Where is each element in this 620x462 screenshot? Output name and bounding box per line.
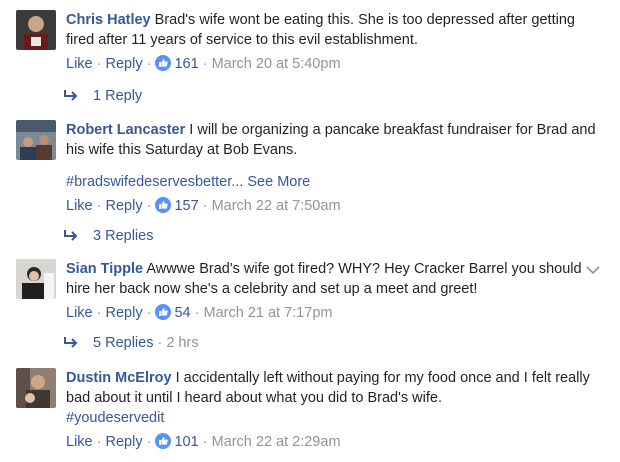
comment-text: Awwwe Brad's wife got fired? WHY? Hey Cr… — [66, 261, 582, 297]
thumbs-up-icon — [155, 197, 172, 213]
hashtag-line: #bradswifedeservesbetter... See More — [66, 172, 600, 192]
reply-button[interactable]: Reply — [106, 305, 143, 321]
avatar[interactable] — [16, 368, 56, 408]
comment-actions: Like · Reply · 157 · March 22 at 7:50am — [66, 197, 341, 214]
reaction-count[interactable]: 161 — [174, 56, 198, 72]
reaction-count[interactable]: 157 — [174, 198, 198, 214]
avatar[interactable] — [16, 259, 56, 299]
see-more-link[interactable]: See More — [247, 174, 310, 190]
replies-count[interactable]: 5 Replies — [93, 335, 153, 351]
reply-button[interactable]: Reply — [106, 56, 143, 72]
reaction-count[interactable]: 101 — [174, 434, 198, 450]
like-button[interactable]: Like — [66, 198, 93, 214]
comment-actions: Like · Reply · 101 · March 22 at 2:29am — [66, 433, 341, 450]
view-replies-link[interactable]: 3 Replies — [63, 226, 153, 246]
comment-actions: Like · Reply · 161 · March 20 at 5:40pm — [66, 55, 341, 72]
comment-time[interactable]: March 22 at 7:50am — [212, 198, 341, 214]
reply-arrow-icon — [64, 90, 78, 101]
reply-arrow-icon — [64, 337, 78, 348]
commenter-name[interactable]: Sian Tipple — [66, 261, 143, 277]
reaction-count[interactable]: 54 — [174, 305, 190, 321]
reply-button[interactable]: Reply — [106, 434, 143, 450]
replies-count[interactable]: 3 Replies — [93, 228, 153, 244]
replies-age: 2 hrs — [166, 335, 199, 351]
commenter-name[interactable]: Chris Hatley — [66, 12, 151, 28]
thumbs-up-icon — [155, 55, 172, 71]
view-replies-link[interactable]: 1 Reply — [63, 86, 142, 106]
like-button[interactable]: Like — [66, 305, 93, 321]
comment-time[interactable]: March 20 at 5:40pm — [212, 56, 341, 72]
thumbs-up-icon — [155, 304, 172, 320]
commenter-name[interactable]: Dustin McElroy — [66, 370, 172, 386]
reply-arrow-icon — [64, 230, 78, 241]
thumbs-up-icon — [155, 433, 172, 449]
comment-time[interactable]: March 22 at 2:29am — [212, 434, 341, 450]
like-button[interactable]: Like — [66, 56, 93, 72]
avatar[interactable] — [16, 10, 56, 50]
replies-count[interactable]: 1 Reply — [93, 88, 142, 104]
hashtag[interactable]: #youdeservedit — [66, 408, 600, 428]
comment-time[interactable]: March 21 at 7:17pm — [204, 305, 333, 321]
comment-actions: Like · Reply · 54 · March 21 at 7:17pm — [66, 304, 333, 321]
view-replies-link[interactable]: 5 Replies · 2 hrs — [63, 333, 199, 353]
avatar[interactable] — [16, 120, 56, 160]
reply-button[interactable]: Reply — [106, 198, 143, 214]
like-button[interactable]: Like — [66, 434, 93, 450]
hashtag[interactable]: #bradswifedeservesbetter... — [66, 174, 243, 190]
chevron-down-icon[interactable] — [586, 265, 600, 275]
commenter-name[interactable]: Robert Lancaster — [66, 122, 185, 138]
